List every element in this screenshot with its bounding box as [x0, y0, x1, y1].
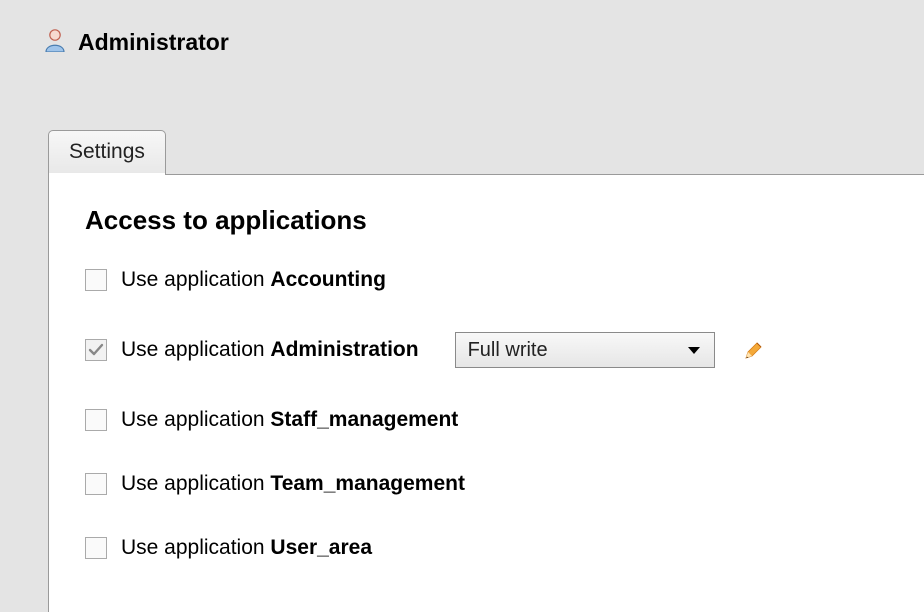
tab-bar: Settings — [48, 130, 924, 174]
app-row-label: Use application Accounting — [121, 268, 386, 292]
edit-icon[interactable] — [743, 339, 765, 361]
checkbox-accounting[interactable] — [85, 269, 107, 291]
permission-select-administration[interactable]: Full write — [455, 332, 715, 368]
app-row-accounting: Use application Accounting — [85, 268, 888, 292]
page-header: Administrator — [0, 0, 924, 57]
app-row-staff-management: Use application Staff_management — [85, 408, 888, 432]
app-row-label: Use application Administration — [121, 338, 419, 362]
page-title: Administrator — [78, 29, 229, 56]
tab-label: Settings — [69, 140, 145, 163]
checkbox-staff-management[interactable] — [85, 409, 107, 431]
tab-settings[interactable]: Settings — [48, 130, 166, 174]
app-row-label: Use application User_area — [121, 536, 372, 560]
checkbox-user-area[interactable] — [85, 537, 107, 559]
checkbox-team-management[interactable] — [85, 473, 107, 495]
checkbox-administration[interactable] — [85, 339, 107, 361]
settings-panel: Access to applications Use application A… — [48, 174, 924, 612]
app-row-label: Use application Team_management — [121, 472, 465, 496]
app-row-label: Use application Staff_management — [121, 408, 458, 432]
app-row-user-area: Use application User_area — [85, 536, 888, 560]
section-title: Access to applications — [85, 205, 888, 236]
app-row-administration: Use application Administration Full writ… — [85, 332, 888, 368]
application-access-list: Use application Accounting Use applicati… — [85, 268, 888, 560]
permission-select-value: Full write — [468, 339, 548, 362]
app-row-team-management: Use application Team_management — [85, 472, 888, 496]
chevron-down-icon — [684, 340, 704, 360]
user-icon — [44, 28, 66, 57]
